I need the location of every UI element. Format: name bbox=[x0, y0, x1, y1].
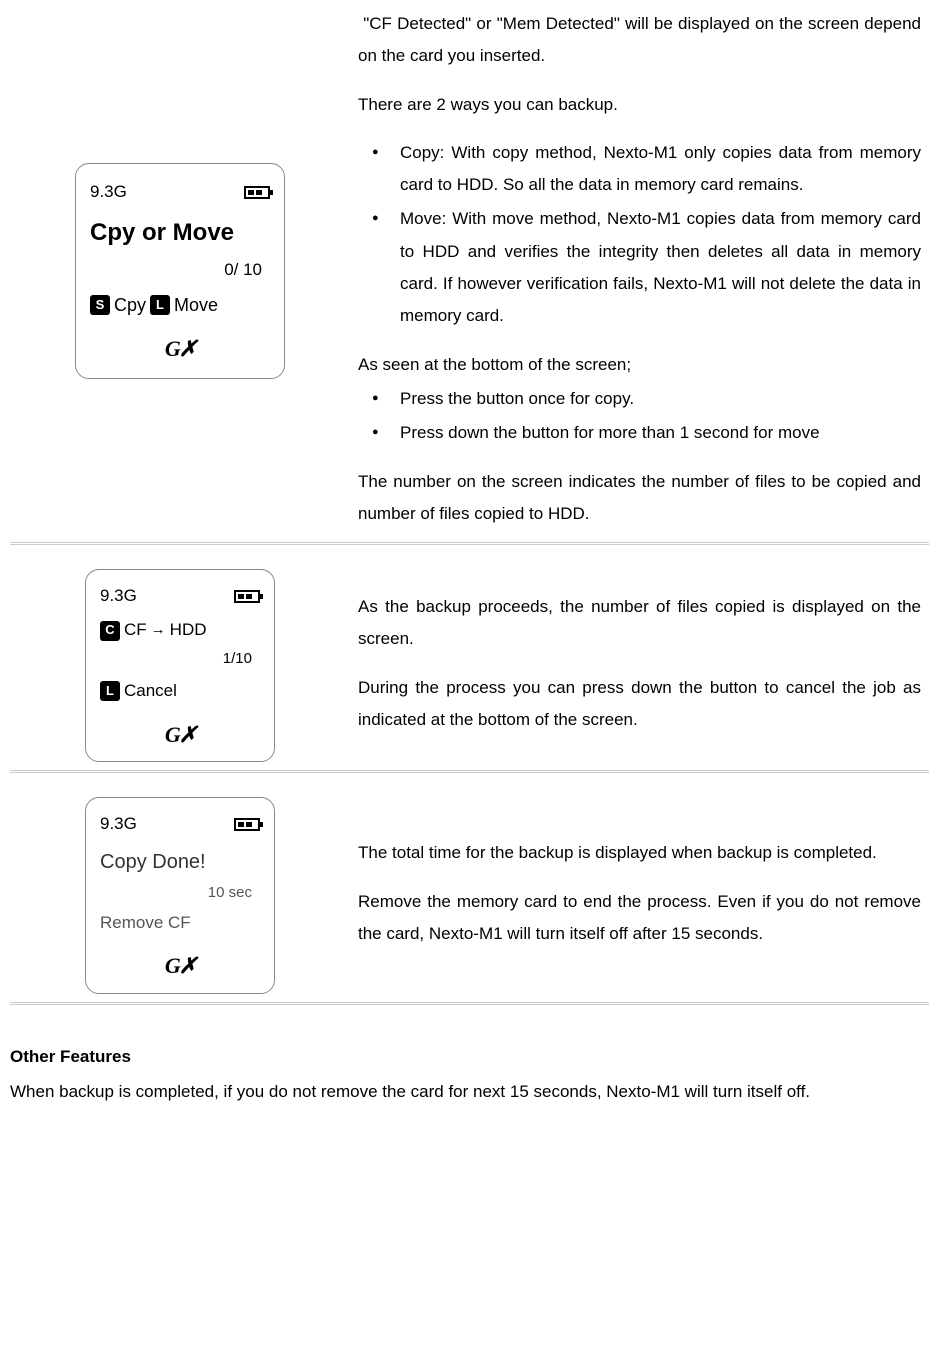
device-screen-progress: 9.3G C CF → HDD 1/10 L Cancel G✗ bbox=[85, 569, 275, 762]
battery-icon bbox=[234, 818, 260, 831]
list-item: Press down the button for more than 1 se… bbox=[400, 417, 921, 449]
elapsed-time: 10 sec bbox=[100, 879, 260, 908]
file-counter: 1/10 bbox=[100, 645, 260, 674]
arrow-right-icon: → bbox=[151, 616, 166, 645]
other-features-text: When backup is completed, if you do not … bbox=[10, 1076, 929, 1108]
screenshot-cell-2: 9.3G C CF → HDD 1/10 L Cancel G✗ bbox=[10, 561, 350, 770]
paragraph: During the process you can press down th… bbox=[358, 672, 921, 737]
device-screen-cpy-move: 9.3G Cpy or Move 0/ 10 S Cpy L Move G✗ bbox=[75, 163, 285, 379]
paragraph: Remove the memory card to end the proces… bbox=[358, 886, 921, 951]
battery-icon bbox=[234, 590, 260, 603]
key-l-icon: L bbox=[150, 295, 170, 315]
paragraph: As seen at the bottom of the screen; bbox=[358, 349, 921, 381]
key-s-icon: S bbox=[90, 295, 110, 315]
description-cell-2: As the backup proceeds, the number of fi… bbox=[350, 561, 929, 770]
paragraph: "CF Detected" or "Mem Detected" will be … bbox=[358, 8, 921, 73]
storage-size: 9.3G bbox=[90, 176, 127, 208]
list-item: Copy: With copy method, Nexto-M1 only co… bbox=[400, 137, 921, 202]
key-l-label: Cancel bbox=[124, 675, 177, 707]
table-row: 9.3G C CF → HDD 1/10 L Cancel G✗ As the … bbox=[10, 561, 929, 770]
description-cell-1: "CF Detected" or "Mem Detected" will be … bbox=[350, 0, 929, 542]
copy-src: CF bbox=[124, 614, 147, 646]
device-logo: G✗ bbox=[90, 328, 270, 370]
key-l-icon: L bbox=[100, 681, 120, 701]
storage-size: 9.3G bbox=[100, 580, 137, 612]
paragraph: There are 2 ways you can backup. bbox=[358, 89, 921, 121]
button-actions-list: Press the button once for copy. Press do… bbox=[358, 383, 921, 450]
key-l-label: Move bbox=[174, 288, 218, 322]
table-row: 9.3G Copy Done! 10 sec Remove CF G✗ The … bbox=[10, 789, 929, 1002]
device-logo: G✗ bbox=[100, 945, 260, 987]
paragraph: As the backup proceeds, the number of fi… bbox=[358, 591, 921, 656]
key-s-label: Cpy bbox=[114, 288, 146, 322]
other-features-heading: Other Features bbox=[10, 1041, 929, 1073]
key-c-icon: C bbox=[100, 621, 120, 641]
device-screen-done: 9.3G Copy Done! 10 sec Remove CF G✗ bbox=[85, 797, 275, 994]
remove-message: Remove CF bbox=[100, 907, 260, 939]
screenshot-cell-1: 9.3G Cpy or Move 0/ 10 S Cpy L Move G✗ bbox=[10, 0, 350, 542]
paragraph: The total time for the backup is display… bbox=[358, 837, 921, 869]
screenshot-cell-3: 9.3G Copy Done! 10 sec Remove CF G✗ bbox=[10, 789, 350, 1002]
copy-dst: HDD bbox=[170, 614, 207, 646]
device-logo: G✗ bbox=[100, 714, 260, 756]
description-cell-3: The total time for the backup is display… bbox=[350, 789, 929, 1002]
backup-methods-list: Copy: With copy method, Nexto-M1 only co… bbox=[358, 137, 921, 333]
list-item: Press the button once for copy. bbox=[400, 383, 921, 415]
file-counter: 0/ 10 bbox=[90, 254, 270, 286]
screen-title: Copy Done! bbox=[100, 843, 260, 881]
screen-title: Cpy or Move bbox=[90, 210, 270, 256]
storage-size: 9.3G bbox=[100, 808, 137, 840]
paragraph: The number on the screen indicates the n… bbox=[358, 466, 921, 531]
table-row: 9.3G Cpy or Move 0/ 10 S Cpy L Move G✗ "… bbox=[10, 0, 929, 542]
content-table: 9.3G Cpy or Move 0/ 10 S Cpy L Move G✗ "… bbox=[10, 0, 929, 1021]
battery-icon bbox=[244, 186, 270, 199]
list-item: Move: With move method, Nexto-M1 copies … bbox=[400, 203, 921, 332]
